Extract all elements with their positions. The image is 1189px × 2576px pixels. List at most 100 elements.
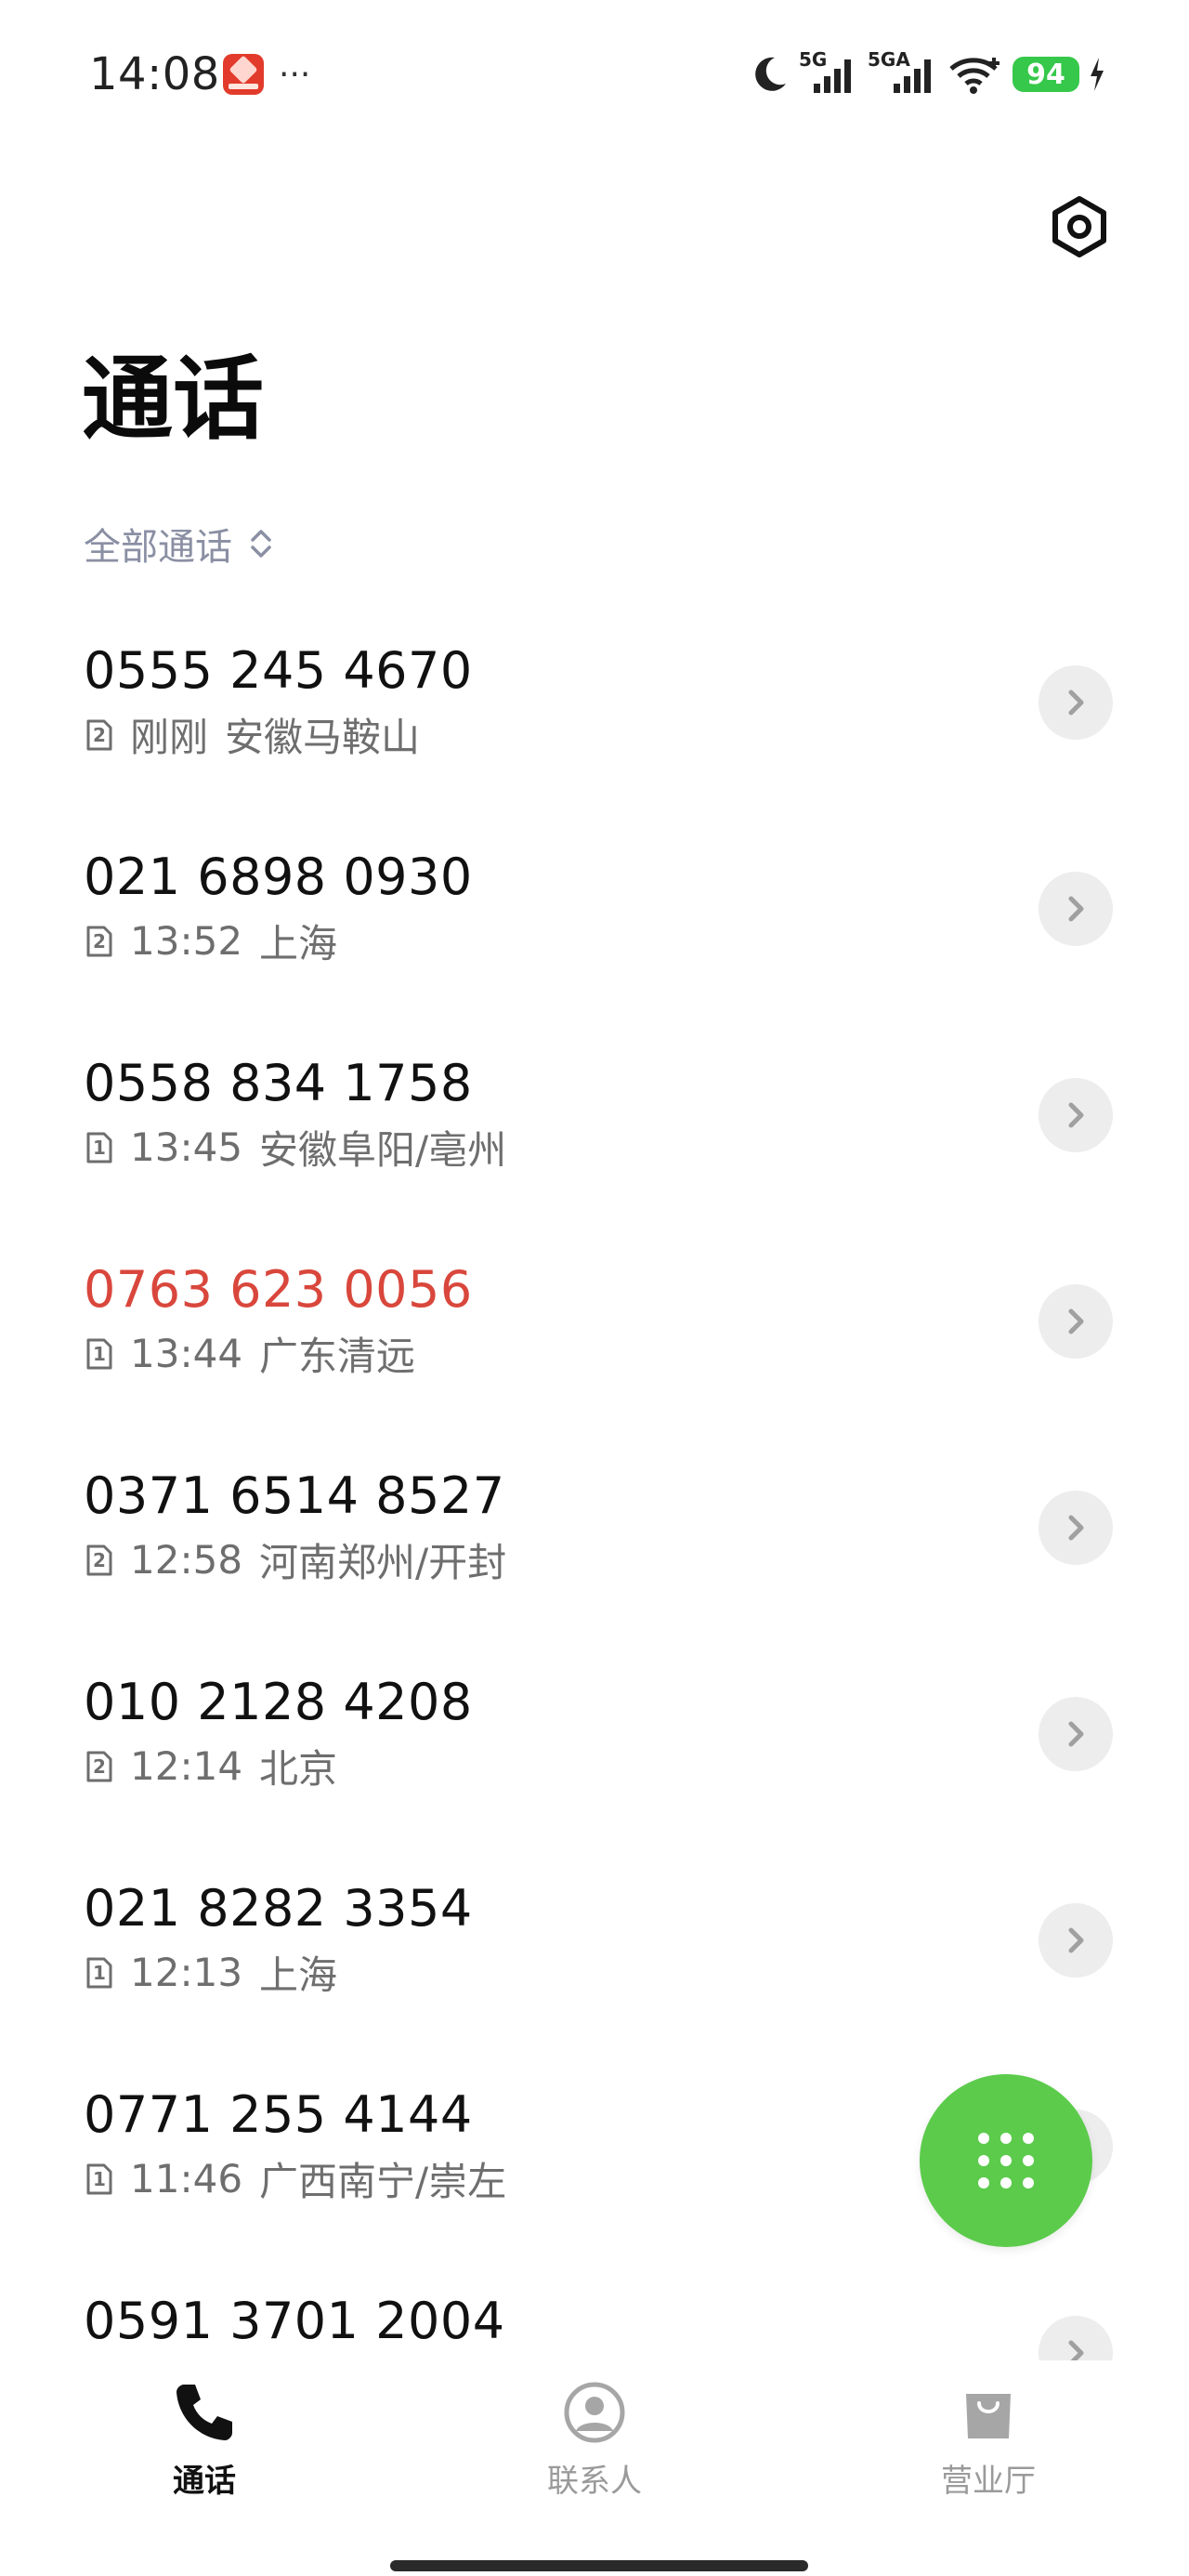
call-filter-label: 全部通话 [84,526,232,569]
sim-slot-number: 1 [93,1961,106,1984]
chevron-right-icon [1068,896,1084,922]
call-location: 上海 [259,921,338,966]
nav-tab-calls[interactable]: 通话 [93,2379,316,2501]
sim-card-icon: 1 [85,2162,113,2196]
call-log-item[interactable]: 021 6898 0930 2 13:52 上海 [0,838,1189,1045]
chevron-right-icon [1068,2340,1084,2360]
app-notification-icon [223,54,264,95]
sim-slot-number: 2 [93,1548,106,1571]
call-log-item[interactable]: 0371 6514 8527 2 12:58 河南郑州/开封 [0,1457,1189,1663]
nav-tab-store[interactable]: 营业厅 [877,2379,1100,2501]
sim-slot-number: 2 [93,1755,106,1778]
call-details-button[interactable] [1039,1491,1113,1565]
call-number: 010 2128 4208 [84,1673,473,1731]
call-details-button[interactable] [1039,1903,1113,1978]
nav-tab-contacts[interactable]: 联系人 [483,2379,706,2501]
call-meta: 2 12:14 北京 [85,1738,337,1794]
call-details-button[interactable] [1039,2316,1113,2360]
status-bar: 14:08 ··· 5G 5GA 94 [0,0,1189,149]
call-location: 广东清远 [259,1334,416,1379]
call-log-item[interactable]: 0763 623 0056 1 13:44 广东清远 [0,1251,1189,1457]
updown-chevron-icon [251,530,271,558]
call-time: 13:45 [130,1124,243,1170]
sim-card-icon: 1 [85,1131,113,1164]
call-details-button[interactable] [1039,1284,1113,1359]
call-number: 0591 3701 2004 [84,2292,505,2350]
nav-label-calls: 通话 [173,2463,236,2500]
call-meta: 2 刚刚 安徽马鞍山 [85,706,420,763]
sim-slot-number: 1 [93,1136,106,1159]
shopping-bag-icon [966,2394,1011,2438]
call-number: 0555 245 4670 [84,641,473,700]
call-number: 021 6898 0930 [84,848,473,906]
sim-card-icon: 2 [85,718,113,752]
status-time: 14:08 [89,48,220,100]
chevron-right-icon [1068,1515,1084,1541]
call-location: 安徽阜阳/亳州 [259,1127,507,1173]
call-filter-dropdown[interactable]: 全部通话 [84,517,273,571]
sim-card-icon: 2 [85,1750,113,1783]
call-details-button[interactable] [1039,872,1113,946]
call-details-button[interactable] [1039,1697,1113,1771]
call-location: 北京 [259,1746,338,1792]
sim-slot-number: 1 [93,1342,106,1365]
chevron-right-icon [1068,1308,1084,1334]
call-meta: 1 12:13 上海 [85,1944,337,2001]
call-location: 广西南宁/崇左 [259,2159,507,2204]
charging-icon [1091,58,1104,91]
dialpad-button[interactable] [920,2074,1092,2247]
call-meta: 2 12:58 河南郑州/开封 [85,1531,506,1588]
call-meta: 1 13:44 广东清远 [85,1325,415,1382]
nav-label-store: 营业厅 [941,2463,1036,2500]
call-time: 12:14 [130,1743,243,1789]
call-time: 11:46 [130,2156,243,2201]
call-log-item[interactable]: 010 2128 4208 2 12:14 北京 [0,1663,1189,1870]
moon-icon [755,57,786,91]
call-location: 河南郑州/开封 [259,1540,507,1585]
call-time: 12:58 [130,1537,243,1583]
sim-slot-number: 2 [93,723,106,746]
call-log-item[interactable]: 0591 3701 2004 [0,2282,1189,2360]
battery-indicator: 94 [1013,57,1079,92]
status-icons: 5G 5GA 94 [749,48,1105,97]
call-meta: 1 11:46 广西南宁/崇左 [85,2150,506,2207]
chevron-right-icon [1068,1927,1084,1953]
sim-slot-number: 2 [93,929,106,953]
call-details-button[interactable] [1039,1078,1113,1152]
settings-button[interactable] [1044,191,1115,262]
chevron-right-icon [1068,1721,1084,1747]
signal-5ga-icon: 5GA [868,48,938,95]
chevron-right-icon [1068,690,1084,716]
call-number: 0771 255 4144 [84,2085,473,2144]
sim-card-icon: 2 [85,1544,113,1577]
call-details-button[interactable] [1039,665,1113,740]
call-time: 13:44 [130,1331,243,1376]
call-location: 上海 [259,1952,338,1998]
settings-icon [1052,196,1106,257]
dialpad-icon [978,2133,1034,2188]
call-time: 刚刚 [130,715,209,760]
chevron-right-icon [1068,1102,1084,1128]
call-meta: 1 13:45 安徽阜阳/亳州 [85,1119,506,1176]
bottom-navigation: 通话 联系人 营业厅 [0,2360,1189,2576]
sim-slot-number: 1 [93,2167,106,2190]
wifi-icon [949,58,1000,94]
sim-card-icon: 1 [85,1337,113,1371]
call-number: 0558 834 1758 [84,1054,473,1112]
call-log-item[interactable]: 021 8282 3354 1 12:13 上海 [0,1870,1189,2076]
nav-label-contacts: 联系人 [547,2463,642,2500]
contacts-icon [564,2382,625,2443]
home-indicator[interactable] [390,2560,808,2571]
sim-card-icon: 1 [85,1956,113,1990]
call-log-item[interactable]: 0555 245 4670 2 刚刚 安徽马鞍山 [0,632,1189,838]
call-meta: 2 13:52 上海 [85,913,337,969]
call-number: 0763 623 0056 [84,1260,473,1319]
signal-5g-icon: 5G [799,48,858,95]
call-number: 0371 6514 8527 [84,1466,505,1525]
call-log-item[interactable]: 0558 834 1758 1 13:45 安徽阜阳/亳州 [0,1045,1189,1251]
more-notifications-icon: ··· [279,56,311,94]
call-number: 021 8282 3354 [84,1879,473,1938]
sim-card-icon: 2 [85,925,113,958]
page-title: 通话 [82,347,265,453]
phone-icon [176,2385,232,2440]
